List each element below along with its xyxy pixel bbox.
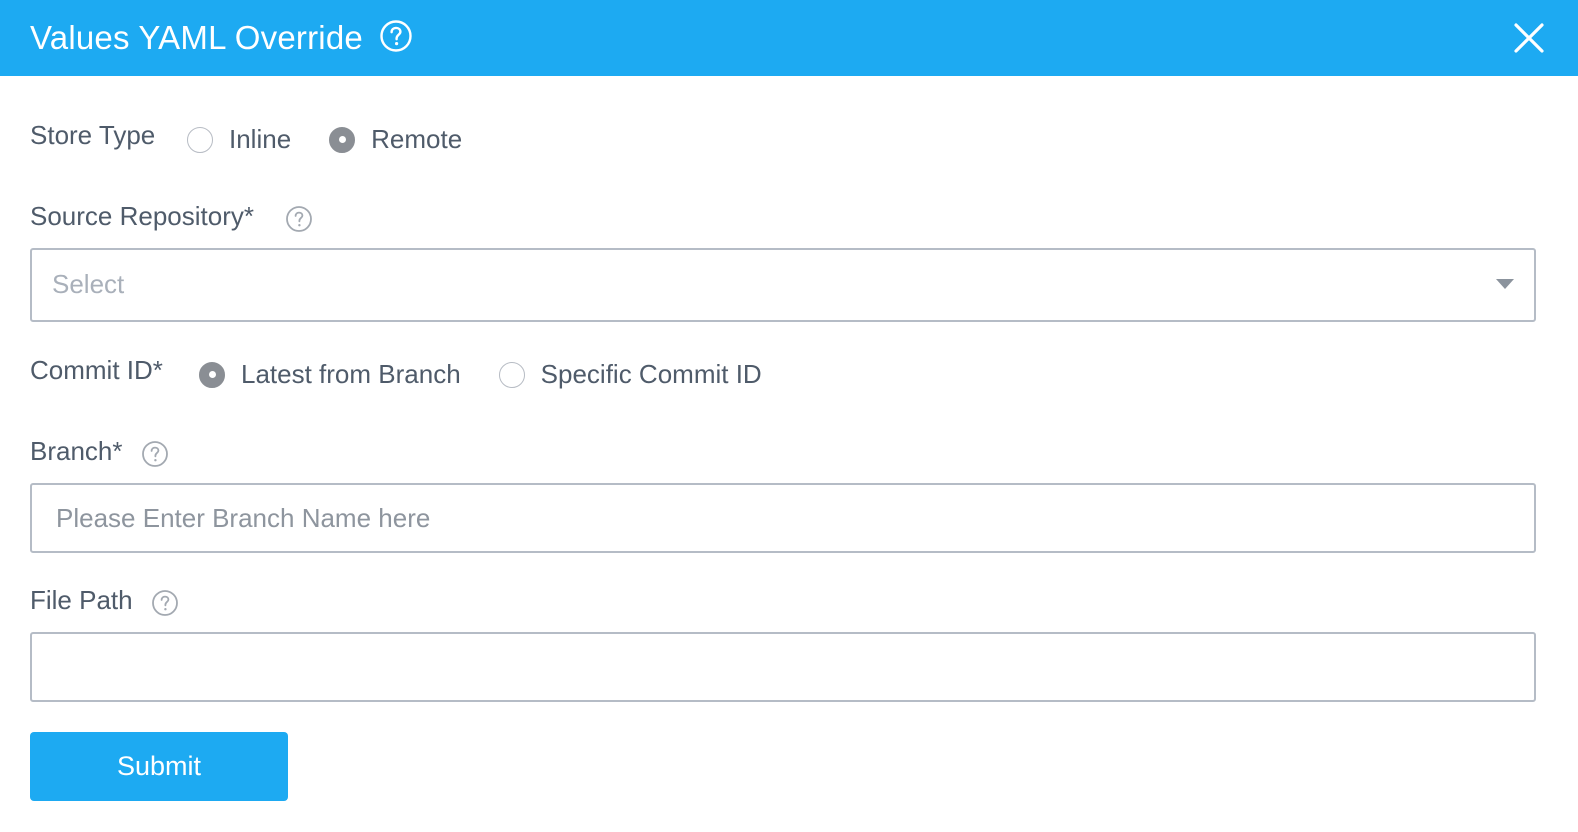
radio-checked-icon[interactable] xyxy=(329,126,356,153)
help-icon[interactable] xyxy=(141,440,169,468)
select-placeholder: Select xyxy=(52,269,125,299)
commit-id-label: Commit ID* xyxy=(30,355,163,385)
radio-label-specific-commit-id: Specific Commit ID xyxy=(540,359,762,389)
file-path-label: File Path xyxy=(30,585,133,615)
dialog-title: Values YAML Override xyxy=(30,19,363,56)
close-icon xyxy=(1514,23,1544,53)
radio-unchecked-icon[interactable] xyxy=(187,126,213,153)
radio-label-remote: Remote xyxy=(371,124,463,154)
source-repository-label: Source Repository* xyxy=(30,201,254,231)
radio-unchecked-icon[interactable] xyxy=(498,361,525,388)
radio-checked-icon[interactable] xyxy=(199,361,225,388)
source-repository-select[interactable]: Select xyxy=(30,248,1536,322)
commit-latest-from-branch-radio[interactable]: Latest from Branch xyxy=(199,359,461,390)
store-type-remote-radio[interactable]: Remote xyxy=(329,124,462,155)
store-type-inline-radio[interactable]: Inline xyxy=(187,124,291,155)
close-button[interactable] xyxy=(1510,19,1548,57)
commit-specific-commit-id-radio[interactable]: Specific Commit ID xyxy=(498,359,762,390)
help-icon[interactable] xyxy=(285,205,313,233)
commit-id-radio-group: Latest from Branch Specific Commit ID xyxy=(199,359,762,390)
submit-button[interactable]: Submit xyxy=(30,732,288,801)
help-icon[interactable] xyxy=(151,589,179,617)
store-type-radio-group: Inline Remote xyxy=(187,124,462,155)
branch-label: Branch* xyxy=(30,436,123,466)
file-path-input[interactable] xyxy=(30,632,1536,702)
dialog-header: Values YAML Override xyxy=(0,0,1578,76)
radio-label-latest-from-branch: Latest from Branch xyxy=(241,359,461,389)
help-icon[interactable] xyxy=(379,19,413,53)
store-type-label: Store Type xyxy=(30,120,156,150)
caret-down-icon[interactable] xyxy=(1496,279,1514,289)
branch-input[interactable] xyxy=(30,483,1536,553)
radio-label-inline: Inline xyxy=(229,124,292,154)
values-yaml-override-dialog: Values YAML Override Store Type Inline R… xyxy=(0,0,1578,832)
